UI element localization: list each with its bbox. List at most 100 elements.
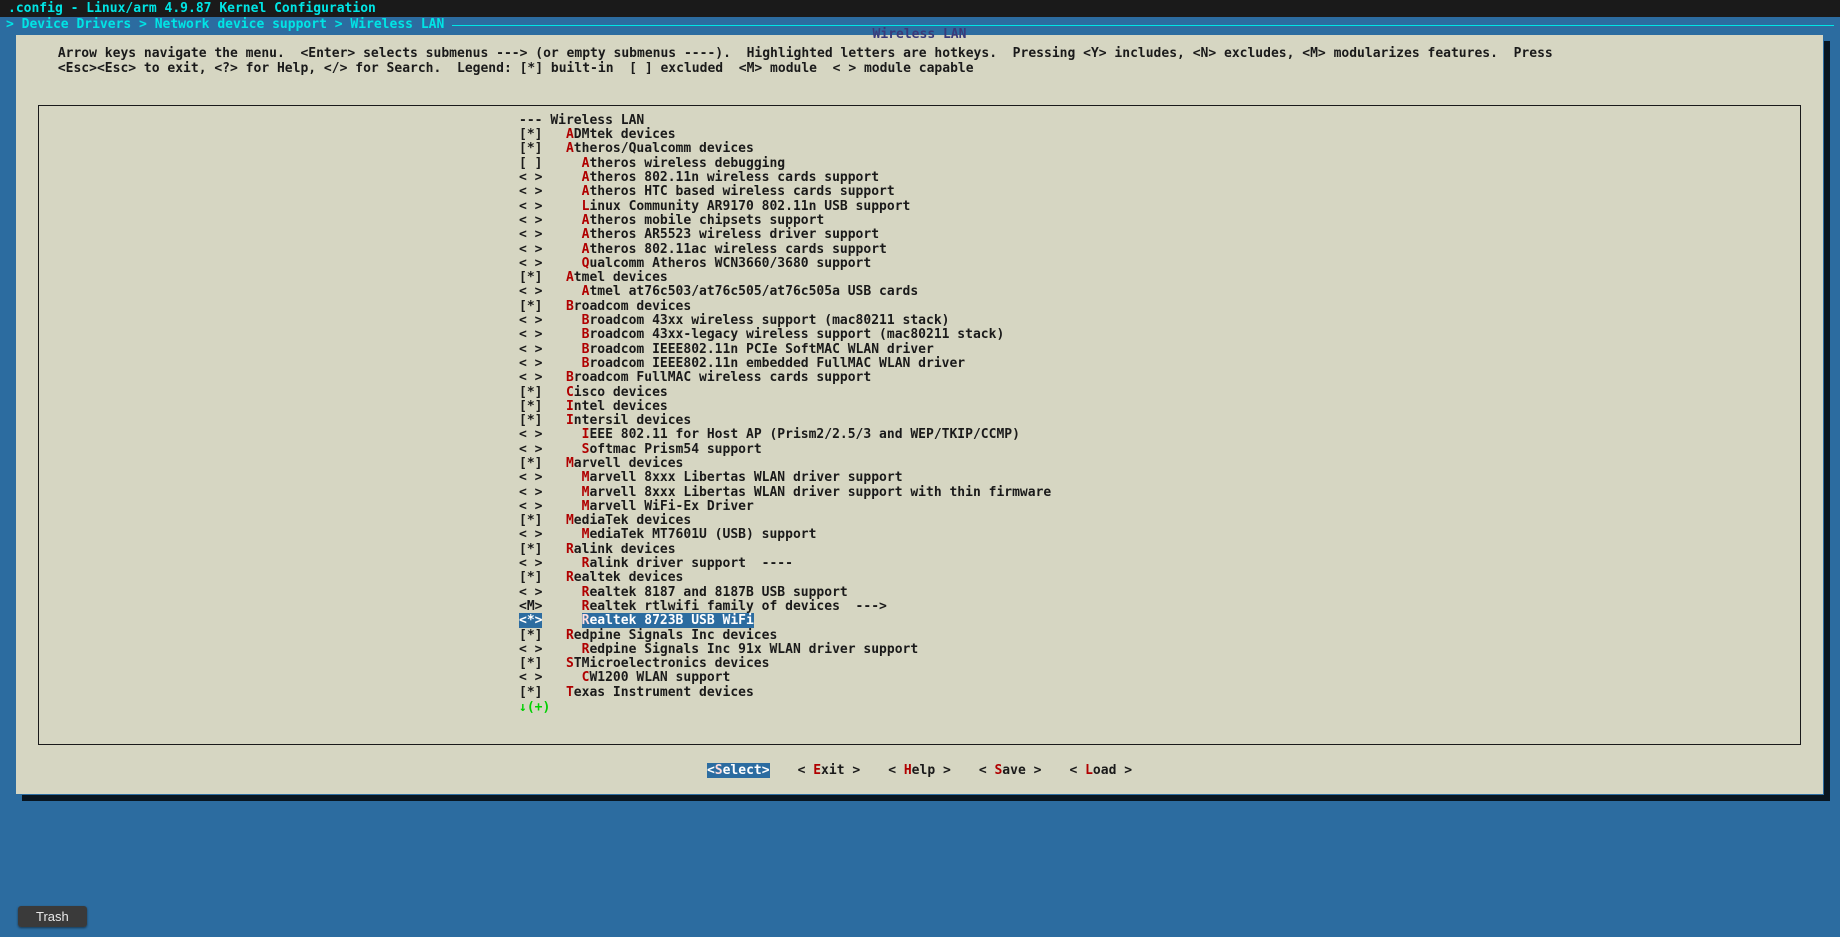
hotkey-char: R xyxy=(582,599,590,614)
config-row[interactable]: --- Wireless LAN xyxy=(39,114,1800,128)
config-row[interactable]: < > IEEE 802.11 for Host AP (Prism2/2.5/… xyxy=(39,428,1800,442)
config-row[interactable]: < > Broadcom 43xx-legacy wireless suppor… xyxy=(39,328,1800,342)
config-row[interactable]: [*] Atmel devices xyxy=(39,271,1800,285)
config-state: [*] xyxy=(519,399,542,414)
config-label: Broadcom IEEE802.11n embedded FullMAC WL… xyxy=(582,356,966,371)
config-row[interactable]: [*] Realtek devices xyxy=(39,571,1800,585)
config-row[interactable]: < > Broadcom IEEE802.11n embedded FullMA… xyxy=(39,357,1800,371)
config-label: Broadcom devices xyxy=(566,299,691,314)
instruction-line-1: Arrow keys navigate the menu. <Enter> se… xyxy=(50,47,1789,62)
config-row[interactable]: [*] Broadcom devices xyxy=(39,300,1800,314)
config-row[interactable]: < > Broadcom 43xx wireless support (mac8… xyxy=(39,314,1800,328)
config-state: < > xyxy=(519,585,542,600)
help-instructions: Arrow keys navigate the menu. <Enter> se… xyxy=(16,35,1823,83)
config-label: Broadcom 43xx wireless support (mac80211… xyxy=(582,313,950,328)
config-row[interactable]: [*] Intersil devices xyxy=(39,414,1800,428)
hotkey-char: B xyxy=(582,342,590,357)
config-row[interactable]: [*] Cisco devices xyxy=(39,386,1800,400)
hotkey-char: M xyxy=(582,485,590,500)
hotkey-char: B xyxy=(582,356,590,371)
hotkey-char: A xyxy=(582,284,590,299)
config-row[interactable]: < > Broadcom IEEE802.11n PCIe SoftMAC WL… xyxy=(39,343,1800,357)
config-row[interactable]: < > Atheros 802.11ac wireless cards supp… xyxy=(39,243,1800,257)
config-row[interactable]: < > Linux Community AR9170 802.11n USB s… xyxy=(39,200,1800,214)
hotkey-char: A xyxy=(582,184,590,199)
config-state: <M> xyxy=(519,599,542,614)
config-label: Softmac Prism54 support xyxy=(582,442,762,457)
config-row[interactable]: [*] Intel devices xyxy=(39,400,1800,414)
config-list[interactable]: --- Wireless LAN[*] ADMtek devices[*] At… xyxy=(39,106,1800,700)
config-row[interactable]: < > Realtek 8187 and 8187B USB support xyxy=(39,586,1800,600)
config-row[interactable]: [*] Redpine Signals Inc devices xyxy=(39,629,1800,643)
config-label: Intersil devices xyxy=(566,413,691,428)
hotkey-char: A xyxy=(582,170,590,185)
config-row[interactable]: < > Atheros mobile chipsets support xyxy=(39,214,1800,228)
config-label: Atheros HTC based wireless cards support xyxy=(582,184,895,199)
config-label: Atheros wireless debugging xyxy=(582,156,786,171)
config-state: < > xyxy=(519,499,542,514)
config-label: MediaTek devices xyxy=(566,513,691,528)
config-row[interactable]: < > Atheros HTC based wireless cards sup… xyxy=(39,185,1800,199)
config-row[interactable]: < > Marvell 8xxx Libertas WLAN driver su… xyxy=(39,471,1800,485)
config-row[interactable]: [*] ADMtek devices xyxy=(39,128,1800,142)
config-label: Linux Community AR9170 802.11n USB suppo… xyxy=(582,199,911,214)
instruction-line-2: <Esc><Esc> to exit, <?> for Help, </> fo… xyxy=(50,62,1789,77)
config-state: [*] xyxy=(519,628,542,643)
config-row[interactable]: < > MediaTek MT7601U (USB) support xyxy=(39,528,1800,542)
config-row[interactable]: < > Atheros 802.11n wireless cards suppo… xyxy=(39,171,1800,185)
hotkey-char: L xyxy=(582,199,590,214)
config-row[interactable]: < > Softmac Prism54 support xyxy=(39,443,1800,457)
config-row[interactable]: [*] STMicroelectronics devices xyxy=(39,657,1800,671)
config-label: Wireless LAN xyxy=(550,113,644,128)
hotkey-char: M xyxy=(582,470,590,485)
taskbar-trash[interactable]: Trash xyxy=(18,906,87,927)
config-state: < > xyxy=(519,284,542,299)
config-label: Broadcom 43xx-legacy wireless support (m… xyxy=(582,327,1005,342)
config-label: Realtek rtlwifi family of devices ---> xyxy=(582,599,887,614)
config-row[interactable]: < > Atheros AR5523 wireless driver suppo… xyxy=(39,228,1800,242)
load-button[interactable]: < Load > xyxy=(1069,763,1132,778)
config-row[interactable]: < > Qualcomm Atheros WCN3660/3680 suppor… xyxy=(39,257,1800,271)
select-button[interactable]: <Select> xyxy=(707,763,770,778)
config-state: < > xyxy=(519,213,542,228)
button-hotkey: L xyxy=(1085,763,1093,778)
config-state: < > xyxy=(519,242,542,257)
config-row[interactable]: < > Ralink driver support ---- xyxy=(39,557,1800,571)
config-label: Ralink driver support ---- xyxy=(582,556,793,571)
button-hotkey: S xyxy=(715,763,723,778)
config-label: Intel devices xyxy=(566,399,668,414)
config-row[interactable]: < > Redpine Signals Inc 91x WLAN driver … xyxy=(39,643,1800,657)
config-row[interactable]: [*] MediaTek devices xyxy=(39,514,1800,528)
config-label: Marvell devices xyxy=(566,456,683,471)
hotkey-char: C xyxy=(566,385,574,400)
config-label: Marvell WiFi-Ex Driver xyxy=(582,499,754,514)
config-label: Marvell 8xxx Libertas WLAN driver suppor… xyxy=(582,485,1052,500)
hotkey-char: T xyxy=(566,685,574,700)
config-list-panel: --- Wireless LAN[*] ADMtek devices[*] At… xyxy=(38,105,1801,745)
config-row[interactable]: <*> Realtek 8723B USB WiFi xyxy=(39,614,1800,628)
config-row[interactable]: [*] Ralink devices xyxy=(39,543,1800,557)
config-row[interactable]: [*] Texas Instrument devices xyxy=(39,686,1800,700)
config-row[interactable]: [ ] Atheros wireless debugging xyxy=(39,157,1800,171)
config-row[interactable]: < > Marvell WiFi-Ex Driver xyxy=(39,500,1800,514)
config-state: < > xyxy=(519,170,542,185)
config-row[interactable]: < > Atmel at76c503/at76c505/at76c505a US… xyxy=(39,285,1800,299)
help-button[interactable]: < Help > xyxy=(888,763,951,778)
config-row[interactable]: < > Broadcom FullMAC wireless cards supp… xyxy=(39,371,1800,385)
config-state: < > xyxy=(519,470,542,485)
save-button[interactable]: < Save > xyxy=(979,763,1042,778)
config-row[interactable]: <M> Realtek rtlwifi family of devices --… xyxy=(39,600,1800,614)
hotkey-char: R xyxy=(582,556,590,571)
config-row[interactable]: [*] Atheros/Qualcomm devices xyxy=(39,142,1800,156)
config-state: < > xyxy=(519,313,542,328)
config-label: CW1200 WLAN support xyxy=(582,670,731,685)
hotkey-char: R xyxy=(582,613,590,628)
config-row[interactable]: [*] Marvell devices xyxy=(39,457,1800,471)
config-row[interactable]: < > CW1200 WLAN support xyxy=(39,671,1800,685)
config-state: [*] xyxy=(519,570,542,585)
hotkey-char: I xyxy=(582,427,590,442)
config-state: < > xyxy=(519,427,542,442)
button-hotkey: H xyxy=(904,763,912,778)
exit-button[interactable]: < Exit > xyxy=(798,763,861,778)
config-row[interactable]: < > Marvell 8xxx Libertas WLAN driver su… xyxy=(39,486,1800,500)
